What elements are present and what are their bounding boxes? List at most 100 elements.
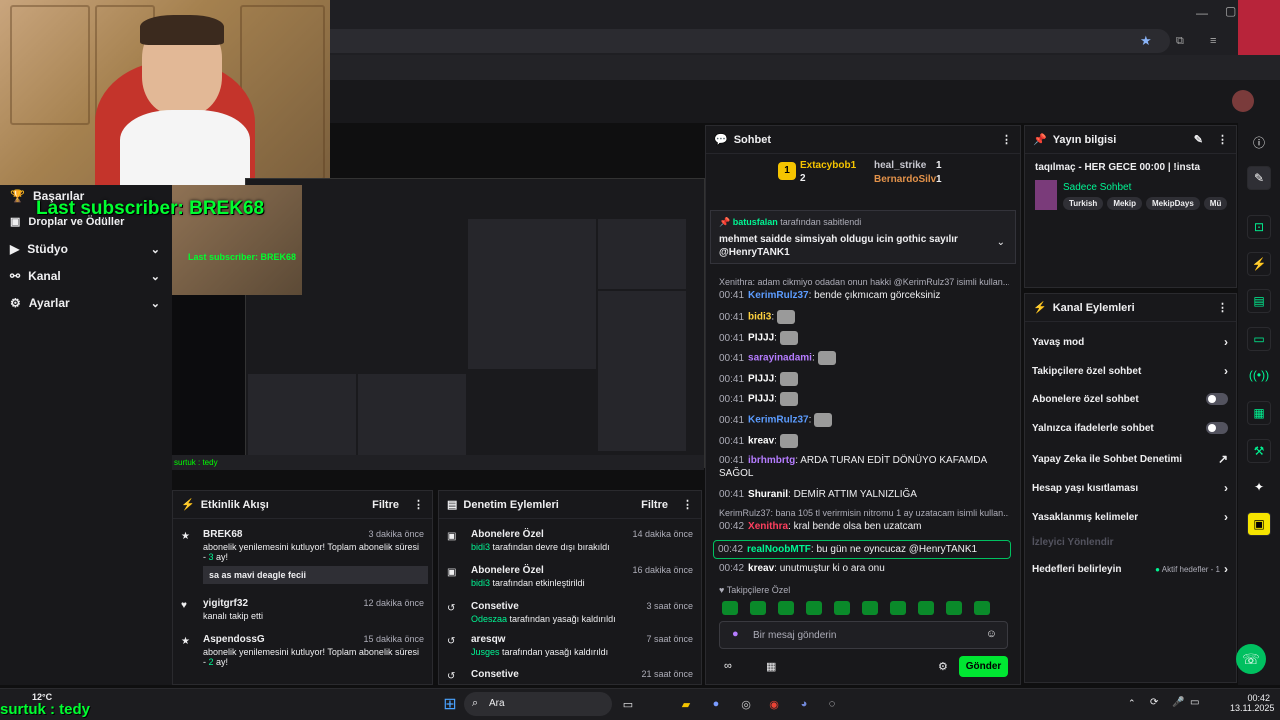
reply-context[interactable]: Xenithra: adam cikmiyo odadan onun hakki… — [719, 276, 1009, 289]
mod-user[interactable]: Odeszaa — [471, 614, 507, 624]
edit-icon[interactable]: ✎ — [1194, 133, 1203, 146]
emote-only-toggle[interactable] — [1206, 422, 1228, 434]
network-icon[interactable]: ▭ — [1190, 697, 1199, 708]
sync-icon[interactable]: ⟳ — [1150, 697, 1158, 708]
stream-category[interactable]: Sadece Sohbet — [1063, 182, 1131, 193]
address-bar[interactable]: ★ — [330, 29, 1170, 53]
mic-icon[interactable]: ● — [732, 628, 739, 640]
chat-message[interactable]: 00:41 Shuranil: DEMİR ATTIM YALNIZLIĞA — [719, 488, 1009, 501]
action-followers-only[interactable]: Takipçilere özel sohbet › — [1032, 364, 1228, 378]
file-explorer-icon[interactable]: ▰ — [676, 694, 696, 714]
chat-message[interactable]: 00:41 ibrhmbrtg: ARDA TURAN EDİT DÖNÜYO K… — [719, 454, 1009, 480]
sidebar-item-settings[interactable]: ⚙ Ayarlar ⌄ — [10, 296, 160, 310]
sidebar-item-channel[interactable]: ⚯ Kanal ⌄ — [10, 269, 160, 283]
chat-message[interactable]: 00:41 kreav: — [719, 434, 1009, 448]
taskbar-search[interactable]: ⌕ Ara — [464, 692, 612, 716]
streamer-shirt — [120, 110, 250, 185]
steam-icon[interactable]: ◎ — [736, 694, 756, 714]
bookmarks-bar — [330, 55, 1280, 80]
moderation-panel: ▤ Denetim Eylemleri Filtre ⋮ ▣ Abonelere … — [438, 490, 702, 685]
sidebar-item-studio[interactable]: ▶ Stüdyo ⌄ — [10, 242, 160, 256]
chat-header: 💬 Sohbet ⋮ — [706, 126, 1020, 154]
action-subscribers-only[interactable]: Abonelere özel sohbet — [1032, 393, 1228, 405]
action-emote-only[interactable]: Yalnızca ifadelerle sohbet — [1032, 422, 1228, 434]
bolt-icon[interactable]: ⚡ — [1247, 252, 1271, 276]
action-banned-words[interactable]: Yasaklanmış kelimeler › — [1032, 510, 1228, 524]
store-icon[interactable]: ▦ — [766, 660, 776, 673]
info-icon[interactable]: ⓘ — [1247, 130, 1271, 154]
moderation-item: ↺ Consetive 21 saat önce — [447, 669, 693, 682]
chat-message[interactable]: 00:41 PIJJJ: — [719, 372, 1009, 386]
tab-search-icon[interactable]: ≡ — [1210, 35, 1216, 47]
pinned-message[interactable]: 📌 batusfalan tarafından sabitlendi mehme… — [710, 210, 1016, 264]
edit-icon[interactable]: ✎ — [1247, 166, 1271, 190]
activity-filter-button[interactable]: Filtre — [372, 499, 399, 511]
windows-start-icon[interactable]: ⊞ — [440, 694, 460, 714]
maximize-icon[interactable]: ▢ — [1225, 4, 1236, 18]
subscribers-only-toggle[interactable] — [1206, 393, 1228, 405]
kick-logo-icon[interactable]: ✦ — [1247, 475, 1271, 499]
chevron-up-icon[interactable]: ⌃ — [1128, 698, 1136, 709]
subscriber-icon: ★ — [181, 636, 190, 647]
webcam-feed — [0, 0, 330, 185]
chat-icon[interactable]: ▭ — [1247, 327, 1271, 351]
chat-message[interactable]: 00:42 realNoobMTF: bu gün ne oyncucaz @He… — [713, 540, 1011, 559]
gear-icon[interactable]: ⚙ — [938, 660, 948, 673]
more-icon[interactable]: ⋮ — [1217, 133, 1228, 146]
chat-message[interactable]: 00:42 Xenithra: kral bende olsa ben uzatc… — [719, 520, 1009, 533]
more-icon[interactable]: ⋮ — [1217, 301, 1228, 314]
mic-icon[interactable]: 🎤 — [1172, 697, 1184, 708]
action-slow-mode[interactable]: Yavaş mod › — [1032, 335, 1228, 349]
chevron-down-icon[interactable]: ⌄ — [997, 237, 1005, 248]
chat-input[interactable]: ● Bir mesaj gönderin ☺ — [719, 621, 1008, 649]
chat-message[interactable]: 00:42 kreav: unutmuştur ki o ara onu — [719, 562, 1009, 575]
gift-icon: ▣ — [10, 216, 21, 228]
help-icon[interactable]: ☏ — [1236, 644, 1266, 674]
activity-item: ♥ yigitgrf32 12 dakika önce kanalı takip… — [181, 598, 424, 621]
chrome-icon[interactable]: ◉ — [764, 694, 784, 714]
chat-message[interactable]: 00:41 KerimRulz37: — [719, 413, 1009, 427]
action-account-age[interactable]: Hesap yaşı kısıtlaması › — [1032, 481, 1228, 495]
action-goals[interactable]: Hedefleri belirleyin ● Aktif hedefler - 1… — [1032, 562, 1228, 576]
extensions-icon[interactable]: ⧉ — [1176, 35, 1184, 48]
more-icon[interactable]: ⋮ — [682, 498, 693, 511]
chat-message[interactable]: 00:41 sarayinadami: — [719, 351, 1009, 365]
send-button[interactable]: Gönder — [959, 656, 1008, 677]
infinity-icon[interactable]: ∞ — [724, 660, 732, 672]
screen-icon[interactable]: ⊡ — [1247, 215, 1271, 239]
gift-icon: ▣ — [447, 531, 457, 542]
moderation-filter-button[interactable]: Filtre — [641, 499, 668, 511]
task-view-icon[interactable]: ▭ — [618, 694, 638, 714]
chat-message[interactable]: 00:41 PIJJJ: — [719, 392, 1009, 406]
obs-icon[interactable]: ◌ — [822, 694, 842, 714]
more-icon[interactable]: ⋮ — [413, 498, 424, 511]
app-icon[interactable]: ● — [706, 694, 726, 714]
document-icon[interactable]: ▤ — [1247, 289, 1271, 313]
bookmark-star-icon[interactable]: ★ — [1140, 33, 1152, 49]
emote-image — [777, 310, 796, 324]
discord-icon[interactable]: ◕ — [794, 694, 814, 714]
trophy-icon: 🏆 — [10, 189, 25, 203]
moderation-item: ▣ Abonelere Özel 16 dakika önce bidi3 ta… — [447, 565, 693, 588]
moderation-icon[interactable]: ▦ — [1247, 401, 1271, 425]
minimize-icon[interactable]: — — [1196, 6, 1208, 20]
action-ai-moderation[interactable]: Yapay Zeka ile Sohbet Denetimi ↗ — [1032, 452, 1228, 466]
mod-user[interactable]: bidi3 — [471, 578, 490, 588]
mod-user[interactable]: bidi3 — [471, 542, 490, 552]
chat-message[interactable]: 00:41 bidi3: — [719, 310, 1009, 324]
emote-bar[interactable] — [722, 601, 1002, 618]
user-avatar[interactable] — [1232, 90, 1254, 112]
emoji-icon[interactable]: ☺ — [986, 628, 997, 640]
gift-box-icon[interactable]: ▣ — [1247, 512, 1271, 536]
wrench-icon[interactable]: ⚒ — [1247, 439, 1271, 463]
broadcast-icon[interactable]: ((•)) — [1247, 363, 1271, 387]
preview-subscriber-overlay: Last subscriber: BREK68 — [188, 252, 297, 262]
more-icon[interactable]: ⋮ — [1001, 133, 1012, 146]
undo-icon: ↺ — [447, 671, 456, 682]
mod-user[interactable]: Jusges — [471, 647, 500, 657]
activity-feed-title: Etkinlik Akışı — [200, 498, 269, 511]
clock[interactable]: 00:42 13.11.2025 — [1230, 693, 1274, 713]
chat-message[interactable]: 00:41 PIJJJ: — [719, 331, 1009, 345]
reply-context[interactable]: KerimRulz37: bana 105 tl verirmisin nitr… — [719, 507, 1009, 520]
chat-message[interactable]: 00:41 KerimRulz37: bende çıkmıcam görceks… — [719, 289, 1009, 302]
